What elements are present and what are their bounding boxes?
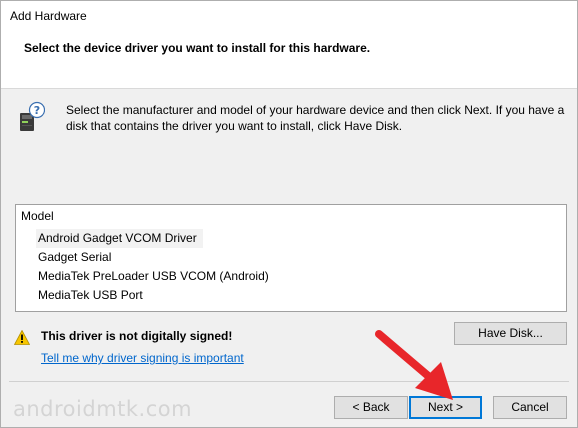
next-button[interactable]: Next > xyxy=(409,396,482,419)
instructions-text: Select the manufacturer and model of you… xyxy=(66,103,565,133)
model-list: Android Gadget VCOM Driver Gadget Serial… xyxy=(36,229,560,305)
window-title: Add Hardware xyxy=(10,9,87,23)
driver-signing-link[interactable]: Tell me why driver signing is important xyxy=(41,351,244,365)
model-item-mediatek-usb-port[interactable]: MediaTek USB Port xyxy=(36,286,149,305)
model-item-android-gadget-vcom[interactable]: Android Gadget VCOM Driver xyxy=(36,229,203,248)
add-hardware-dialog: Add Hardware Select the device driver yo… xyxy=(0,0,578,428)
footer-divider xyxy=(9,381,569,382)
cancel-button[interactable]: Cancel xyxy=(493,396,567,419)
svg-text:?: ? xyxy=(34,104,40,117)
dialog-header: Add Hardware Select the device driver yo… xyxy=(1,1,577,89)
watermark: androidmtk.com xyxy=(13,397,193,421)
hardware-help-icon: ? xyxy=(20,101,45,131)
warning-icon xyxy=(14,330,30,345)
model-list-box[interactable]: Model Android Gadget VCOM Driver Gadget … xyxy=(15,204,567,312)
model-item-mediatek-preloader[interactable]: MediaTek PreLoader USB VCOM (Android) xyxy=(36,267,275,286)
unsigned-driver-warning: This driver is not digitally signed! xyxy=(41,329,233,343)
model-column-header: Model xyxy=(21,209,54,223)
page-heading: Select the device driver you want to ins… xyxy=(24,41,371,55)
model-item-gadget-serial[interactable]: Gadget Serial xyxy=(36,248,117,267)
back-button[interactable]: < Back xyxy=(334,396,408,419)
have-disk-button[interactable]: Have Disk... xyxy=(454,322,567,345)
